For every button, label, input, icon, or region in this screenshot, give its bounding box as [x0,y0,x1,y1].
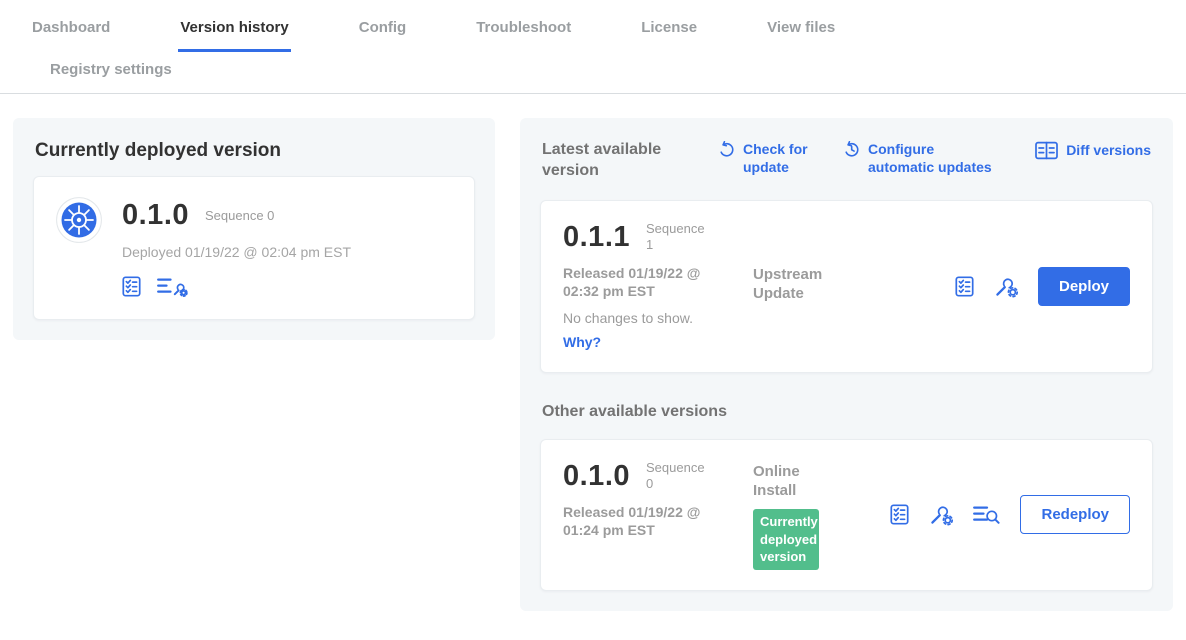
current-version-info: 0.1.0 Sequence 0 Deployed 01/19/22 @ 02:… [122,197,351,297]
tab-view-files[interactable]: View files [765,0,837,52]
tab-license[interactable]: License [639,0,699,52]
redeploy-button[interactable]: Redeploy [1020,495,1130,534]
currently-deployed-title: Currently deployed version [35,140,475,162]
release-notes-icon[interactable] [890,504,909,525]
currently-deployed-badge: Currently deployed version [753,509,819,570]
why-link[interactable]: Why? [563,334,601,350]
kubernetes-logo-icon [56,197,102,297]
check-for-update-link[interactable]: Check for update [718,140,817,176]
other-version-card: 0.1.0 Sequence 0 Released 01/19/22 @ 01:… [540,439,1153,591]
other-sequence-label: Sequence 0 [646,460,704,493]
currently-deployed-panel: Currently deployed version [13,118,495,340]
diff-versions-icon [1035,141,1058,160]
config-wrench-icon[interactable] [994,275,1018,298]
check-for-update-label: Check for update [743,140,817,176]
latest-version-title: Latest available version [542,140,692,182]
other-version-source: Online Install Currently deployed versio… [753,462,853,570]
tab-version-history[interactable]: Version history [178,0,290,52]
tab-config[interactable]: Config [357,0,408,52]
other-version-info: 0.1.0 Sequence 0 Released 01/19/22 @ 01:… [563,460,753,570]
no-changes-text: No changes to show. [563,310,753,326]
other-released-timestamp: Released 01/19/22 @ 01:24 pm EST [563,503,731,539]
other-version-number: 0.1.0 [563,460,630,493]
latest-released-timestamp: Released 01/19/22 @ 02:32 pm EST [563,264,731,300]
release-notes-icon[interactable] [122,276,141,297]
diff-versions-label: Diff versions [1066,141,1151,159]
top-navigation: Dashboard Version history Config Trouble… [0,0,1186,94]
tab-registry-settings[interactable]: Registry settings [48,52,174,93]
tab-dashboard[interactable]: Dashboard [30,0,112,52]
current-version-number: 0.1.0 [122,199,189,232]
latest-version-number: 0.1.1 [563,221,630,254]
current-version-card: 0.1.0 Sequence 0 Deployed 01/19/22 @ 02:… [33,176,475,320]
diff-versions-link[interactable]: Diff versions [1035,140,1151,160]
current-sequence-label: Sequence 0 [205,208,274,223]
other-source-label: Online Install [753,462,843,501]
latest-version-card: 0.1.1 Sequence 1 Released 01/19/22 @ 02:… [540,200,1153,373]
deploy-button[interactable]: Deploy [1038,267,1130,306]
main-content: Currently deployed version [0,94,1186,635]
latest-version-source: Upstream Update [753,265,853,352]
nav-row-secondary: Registry settings [30,52,1186,93]
latest-version-header: Latest available version Check for updat… [540,138,1153,182]
latest-sequence-label: Sequence 1 [646,221,704,254]
configure-automatic-updates-link[interactable]: Configure automatic updates [843,140,1002,176]
latest-version-actions: Deploy [955,267,1130,306]
refresh-arrow-icon [718,141,735,158]
edit-config-icon[interactable] [157,276,188,297]
other-version-actions: Redeploy [890,495,1130,534]
config-wrench-icon[interactable] [929,503,953,526]
configure-automatic-updates-label: Configure automatic updates [868,140,1002,176]
release-notes-icon[interactable] [955,276,974,297]
available-versions-panel: Latest available version Check for updat… [520,118,1173,611]
latest-version-info: 0.1.1 Sequence 1 Released 01/19/22 @ 02:… [563,221,753,352]
schedule-refresh-icon [843,141,860,158]
view-logs-icon[interactable] [973,504,1000,525]
other-versions-title: Other available versions [542,403,1153,421]
tab-troubleshoot[interactable]: Troubleshoot [474,0,573,52]
latest-source-label: Upstream Update [753,265,843,304]
current-deployed-timestamp: Deployed 01/19/22 @ 02:04 pm EST [122,244,351,260]
nav-row-primary: Dashboard Version history Config Trouble… [30,0,1186,52]
